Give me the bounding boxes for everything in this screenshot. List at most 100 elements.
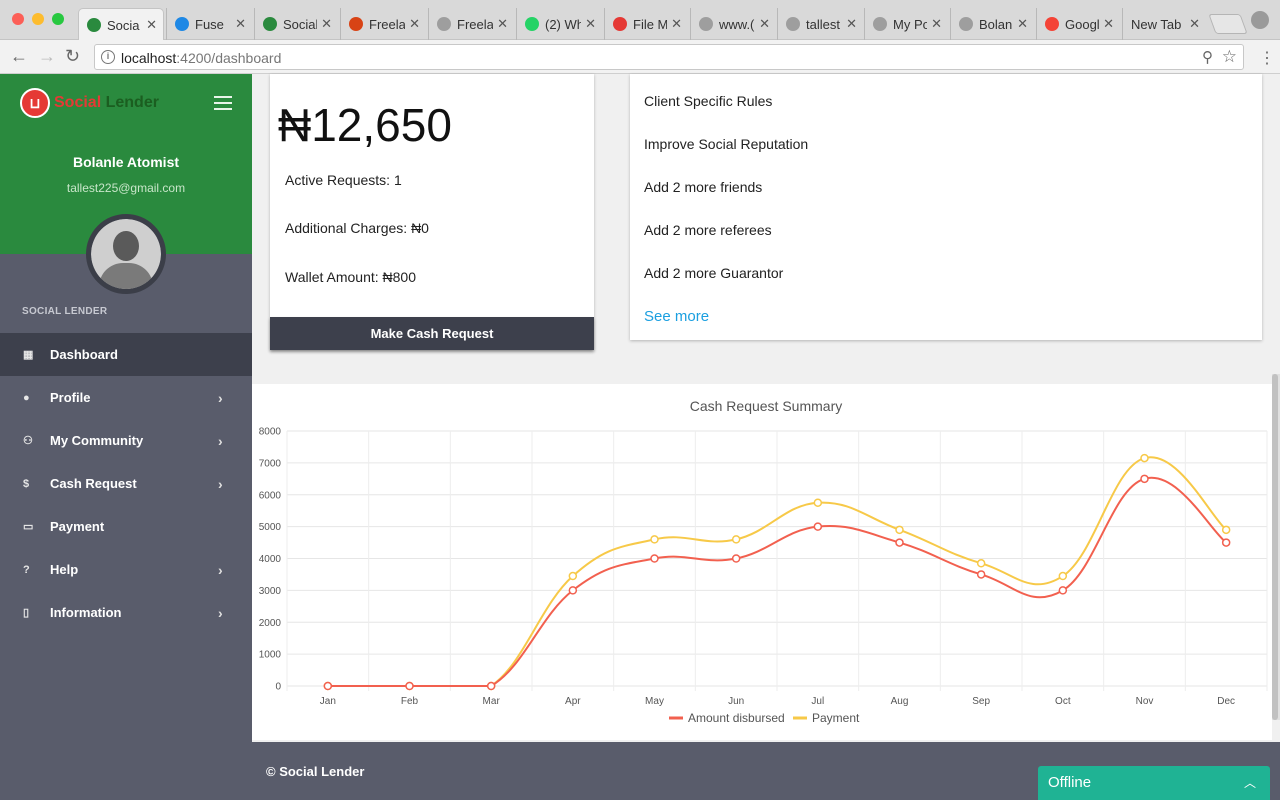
data-point[interactable] bbox=[1140, 474, 1149, 484]
sidebar-item-cash-request[interactable]: $ Cash Request › bbox=[0, 462, 252, 505]
maximize-window-button[interactable] bbox=[52, 13, 64, 25]
tab-favicon-icon bbox=[349, 17, 363, 31]
avatar[interactable] bbox=[86, 214, 166, 294]
legend-label[interactable]: Amount disbursed bbox=[688, 711, 785, 725]
user-name: Bolanle Atomist bbox=[72, 154, 180, 170]
tab-close-icon[interactable]: ✕ bbox=[1103, 16, 1114, 32]
data-point[interactable] bbox=[1058, 586, 1068, 595]
chat-widget[interactable]: Offline ︿ bbox=[1038, 766, 1270, 800]
tab-close-icon[interactable]: ✕ bbox=[1017, 16, 1028, 32]
data-point[interactable] bbox=[650, 554, 659, 563]
browser-profile-icon[interactable] bbox=[1251, 11, 1269, 29]
data-point[interactable] bbox=[813, 522, 823, 531]
see-more-link[interactable]: See more bbox=[644, 308, 709, 325]
sidebar-item-information[interactable]: ▯ Information › bbox=[0, 591, 252, 634]
tab-close-icon[interactable]: ✕ bbox=[497, 16, 508, 32]
tab-close-icon[interactable]: ✕ bbox=[846, 16, 857, 32]
chevron-up-icon[interactable]: ︿ bbox=[1244, 774, 1256, 791]
data-point[interactable] bbox=[486, 681, 496, 691]
x-tick-label: Oct bbox=[1055, 696, 1071, 707]
bookmark-star-icon[interactable]: ☆ bbox=[1222, 47, 1237, 67]
x-tick-label: May bbox=[645, 696, 664, 707]
tab-close-icon[interactable]: ✕ bbox=[585, 16, 596, 32]
total-amount: ₦12,650 bbox=[278, 99, 452, 151]
browser-tab[interactable]: File M ✕ bbox=[604, 8, 688, 40]
data-point[interactable] bbox=[1058, 571, 1068, 581]
x-tick-label: Nov bbox=[1136, 696, 1154, 707]
data-point[interactable] bbox=[1221, 538, 1231, 547]
sidebar-item-dashboard[interactable]: ▦ Dashboard bbox=[0, 333, 252, 376]
menu-toggle-icon[interactable] bbox=[214, 96, 232, 110]
data-point[interactable] bbox=[1140, 453, 1149, 463]
minimize-window-button[interactable] bbox=[32, 13, 44, 25]
data-point[interactable] bbox=[813, 498, 823, 507]
rules-card: Client Specific Rules Improve Social Rep… bbox=[630, 74, 1262, 340]
tab-favicon-icon bbox=[873, 17, 887, 31]
sidebar-item-my-community[interactable]: ⚇ My Community › bbox=[0, 419, 252, 462]
data-point[interactable] bbox=[976, 559, 986, 568]
sidebar-item-profile[interactable]: ● Profile › bbox=[0, 376, 252, 419]
sidebar-item-help[interactable]: ? Help › bbox=[0, 548, 252, 591]
money-icon: $ bbox=[23, 477, 30, 490]
tab-title: New Tab bbox=[1131, 16, 1182, 32]
browser-tab[interactable]: Freela ✕ bbox=[428, 8, 514, 40]
data-point[interactable] bbox=[895, 538, 904, 547]
browser-tab[interactable]: Socia ✕ bbox=[78, 8, 164, 41]
reload-icon[interactable]: ↻ bbox=[65, 46, 80, 67]
data-point[interactable] bbox=[895, 525, 904, 535]
back-arrow-icon[interactable]: ← bbox=[10, 46, 28, 67]
scrollbar-thumb[interactable] bbox=[1272, 374, 1278, 720]
data-point[interactable] bbox=[568, 571, 578, 581]
browser-tab[interactable]: tallest ✕ bbox=[777, 8, 863, 40]
forward-arrow-icon[interactable]: → bbox=[38, 46, 56, 67]
address-bar[interactable]: i localhost:4200/dashboard ⚲ ☆ bbox=[94, 44, 1244, 70]
data-point[interactable] bbox=[1221, 525, 1231, 535]
browser-menu-icon[interactable]: ⋮ bbox=[1259, 48, 1275, 68]
data-point[interactable] bbox=[323, 681, 333, 691]
data-point[interactable] bbox=[976, 570, 986, 579]
app-logo[interactable]: ⊔ Social Lender bbox=[20, 88, 159, 118]
tab-close-icon[interactable]: ✕ bbox=[321, 16, 332, 32]
tab-close-icon[interactable]: ✕ bbox=[1189, 16, 1200, 32]
tab-favicon-icon bbox=[87, 18, 101, 32]
cash-request-chart: 0 1000 2000 3000 4000 5000 6000 7000 8000 Jan Feb M… bbox=[259, 427, 1268, 725]
browser-tab[interactable]: www.(✕ bbox=[690, 8, 776, 40]
data-point[interactable] bbox=[731, 554, 741, 563]
browser-tab[interactable]: Freela ✕ bbox=[340, 8, 426, 40]
sidebar-item-payment[interactable]: ▭ Payment bbox=[0, 505, 252, 548]
browser-tab[interactable]: Bolanl ✕ bbox=[950, 8, 1034, 40]
browser-tab[interactable]: My Po ✕ bbox=[864, 8, 948, 40]
tab-title: tallest bbox=[806, 16, 840, 32]
site-info-icon[interactable]: i bbox=[101, 50, 115, 64]
browser-tab[interactable]: Fuse ✕ bbox=[166, 8, 252, 40]
close-window-button[interactable] bbox=[12, 13, 24, 25]
y-tick-label: 8000 bbox=[259, 427, 282, 438]
dashboard-icon: ▦ bbox=[23, 348, 34, 361]
x-tick-label: Aug bbox=[891, 696, 909, 707]
browser-tab[interactable]: New Tab ✕ bbox=[1122, 8, 1206, 40]
tab-close-icon[interactable]: ✕ bbox=[235, 16, 246, 32]
new-tab-button[interactable] bbox=[1208, 14, 1248, 34]
tab-close-icon[interactable]: ✕ bbox=[931, 16, 942, 32]
data-point[interactable] bbox=[568, 586, 578, 595]
rule-item: Improve Social Reputation bbox=[644, 136, 809, 152]
tab-close-icon[interactable]: ✕ bbox=[409, 16, 420, 32]
sidebar-item-label: Profile bbox=[50, 390, 91, 405]
browser-tab[interactable]: Social ✕ bbox=[254, 8, 338, 40]
tab-title: Freela bbox=[457, 16, 494, 32]
browser-tab[interactable]: Googl ✕ bbox=[1036, 8, 1120, 40]
tab-close-icon[interactable]: ✕ bbox=[146, 17, 157, 33]
tab-favicon-icon bbox=[1045, 17, 1059, 31]
data-point[interactable] bbox=[731, 535, 741, 544]
browser-tab[interactable]: (2) Wh ✕ bbox=[516, 8, 602, 40]
data-point[interactable] bbox=[650, 535, 659, 544]
tab-close-icon[interactable]: ✕ bbox=[759, 16, 770, 32]
data-point[interactable] bbox=[405, 681, 414, 691]
chart-panel: Cash Request Summary 0 1000 2000 3000 4000 50… bbox=[252, 384, 1272, 740]
make-cash-request-button[interactable]: Make Cash Request bbox=[270, 317, 594, 350]
zoom-icon[interactable]: ⚲ bbox=[1202, 48, 1213, 66]
sidebar-item-label: Help bbox=[50, 562, 79, 577]
tab-close-icon[interactable]: ✕ bbox=[671, 16, 682, 32]
people-icon: ⚇ bbox=[23, 434, 33, 447]
legend-label[interactable]: Payment bbox=[812, 711, 860, 725]
